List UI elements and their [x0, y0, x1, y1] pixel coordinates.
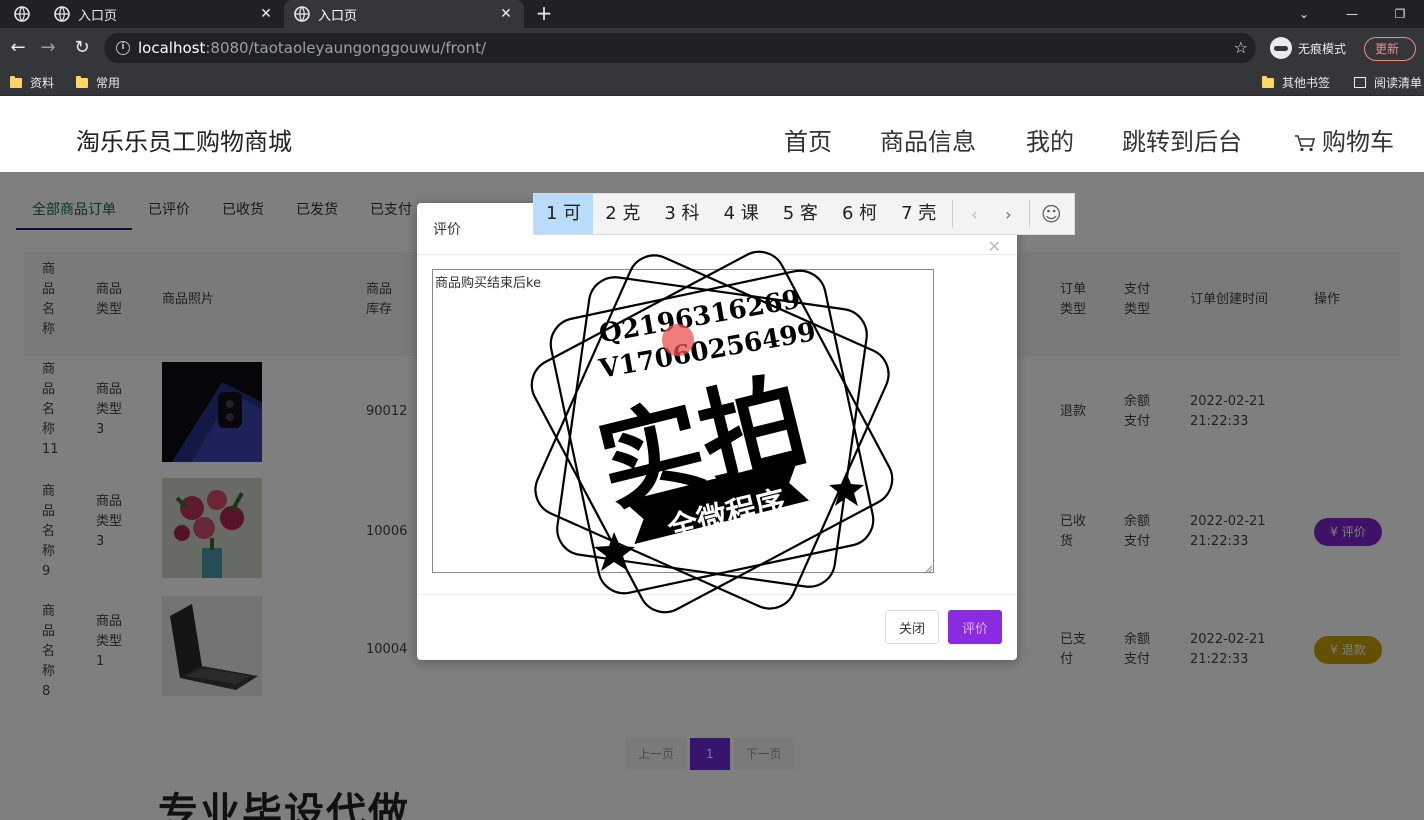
folder-icon: [1262, 75, 1274, 88]
watermark-stamp: Q2196316269 V17060256499 实拍 全微程序: [516, 240, 908, 624]
tab-title: 入口页: [318, 8, 358, 24]
window-controls: ⌄ — ❐: [1280, 0, 1424, 28]
incognito-label: 无痕模式: [1298, 41, 1347, 56]
folder-icon: [10, 75, 22, 88]
back-arrow-icon[interactable]: ←: [6, 36, 30, 60]
restore-icon[interactable]: ❐: [1376, 0, 1424, 28]
reload-icon[interactable]: ↻: [70, 36, 94, 60]
ime-candidate-bar: 1 可 2 克 3 科 4 课 5 客 6 柯 7 壳 ‹ › ☺: [533, 193, 1075, 235]
folder-icon: [76, 75, 88, 88]
globe-icon: [294, 6, 310, 22]
reading-list[interactable]: 阅读清单: [1354, 74, 1422, 91]
cart-icon: [1295, 135, 1316, 152]
tab-title: 入口页: [78, 8, 118, 24]
bookmark-label: 资料: [30, 76, 55, 90]
bookmark-label: 常用: [96, 76, 121, 90]
bookmarks-bar: 资料 常用 其他书签 阅读清单: [0, 68, 1424, 96]
new-tab-plus-icon[interactable]: +: [532, 2, 556, 26]
ime-candidate[interactable]: 7 壳: [889, 194, 948, 234]
ime-candidate[interactable]: 4 课: [712, 194, 771, 234]
forward-arrow-icon[interactable]: →: [36, 36, 60, 60]
mouse-cursor-highlight: [662, 324, 694, 356]
bookmark-label: 阅读清单: [1374, 76, 1423, 90]
nav-home[interactable]: 首页: [784, 122, 832, 157]
incognito-indicator[interactable]: 无痕模式: [1270, 35, 1346, 61]
star-icon[interactable]: ☆: [1234, 38, 1248, 57]
nav-cart-label: 购物车: [1322, 128, 1394, 156]
globe-icon: [14, 6, 30, 22]
url-host: localhost: [138, 39, 206, 57]
info-icon[interactable]: i: [116, 41, 130, 55]
ime-separator: [1029, 200, 1031, 228]
ime-candidate[interactable]: 6 柯: [830, 194, 889, 234]
ime-candidate[interactable]: 3 科: [652, 194, 711, 234]
submit-review-button[interactable]: 评价: [948, 610, 1002, 644]
ime-candidate[interactable]: 2 克: [593, 194, 652, 234]
chevron-right-icon[interactable]: ›: [991, 205, 1025, 224]
bookmark-folder[interactable]: 常用: [76, 74, 120, 91]
globe-icon: [54, 6, 70, 22]
pinned-tab[interactable]: [0, 0, 44, 28]
site-title: 淘乐乐员工购物商城: [76, 128, 292, 156]
browser-tab-bar: 入口页 ✕ 入口页 ✕ + ⌄ — ❐: [0, 0, 1424, 28]
dialog-title: 评价: [433, 222, 461, 238]
tab-entry-1[interactable]: 入口页 ✕: [44, 0, 284, 28]
ime-candidate[interactable]: 1 可: [534, 194, 594, 234]
chevron-left-icon[interactable]: ‹: [957, 205, 991, 224]
browser-toolbar: ← → ↻ i localhost:8080/taotaoleyaungongg…: [0, 28, 1424, 68]
nav-mine[interactable]: 我的: [1026, 122, 1074, 157]
incognito-icon: [1270, 37, 1292, 59]
minimize-icon[interactable]: —: [1328, 0, 1376, 28]
url-path: :8080/taotaoleyaungonggouwu/front/: [205, 39, 487, 57]
address-bar[interactable]: i localhost:8080/taotaoleyaungonggouwu/f…: [104, 33, 1256, 63]
bookmark-label: 其他书签: [1282, 76, 1331, 90]
bookmark-folder[interactable]: 资料: [10, 74, 54, 91]
close-icon[interactable]: ✕: [258, 6, 274, 22]
update-button[interactable]: 更新: [1364, 37, 1416, 61]
close-icon[interactable]: ✕: [498, 6, 514, 22]
bookmark-folder-other[interactable]: 其他书签: [1262, 74, 1330, 91]
nav-cart[interactable]: 购物车: [1294, 122, 1394, 157]
site-header: 淘乐乐员工购物商城 首页 商品信息 我的 跳转到后台 购物车: [0, 100, 1424, 172]
ime-separator: [952, 200, 954, 228]
ime-candidate[interactable]: 5 客: [771, 194, 830, 234]
nav-products[interactable]: 商品信息: [880, 122, 976, 157]
reading-list-icon: [1354, 77, 1366, 88]
chevron-down-icon[interactable]: ⌄: [1280, 0, 1328, 28]
tab-entry-2[interactable]: 入口页 ✕: [284, 0, 524, 28]
resize-grip-icon[interactable]: [923, 563, 933, 573]
emoji-icon[interactable]: ☺: [1034, 202, 1068, 226]
nav-admin[interactable]: 跳转到后台: [1122, 122, 1242, 157]
